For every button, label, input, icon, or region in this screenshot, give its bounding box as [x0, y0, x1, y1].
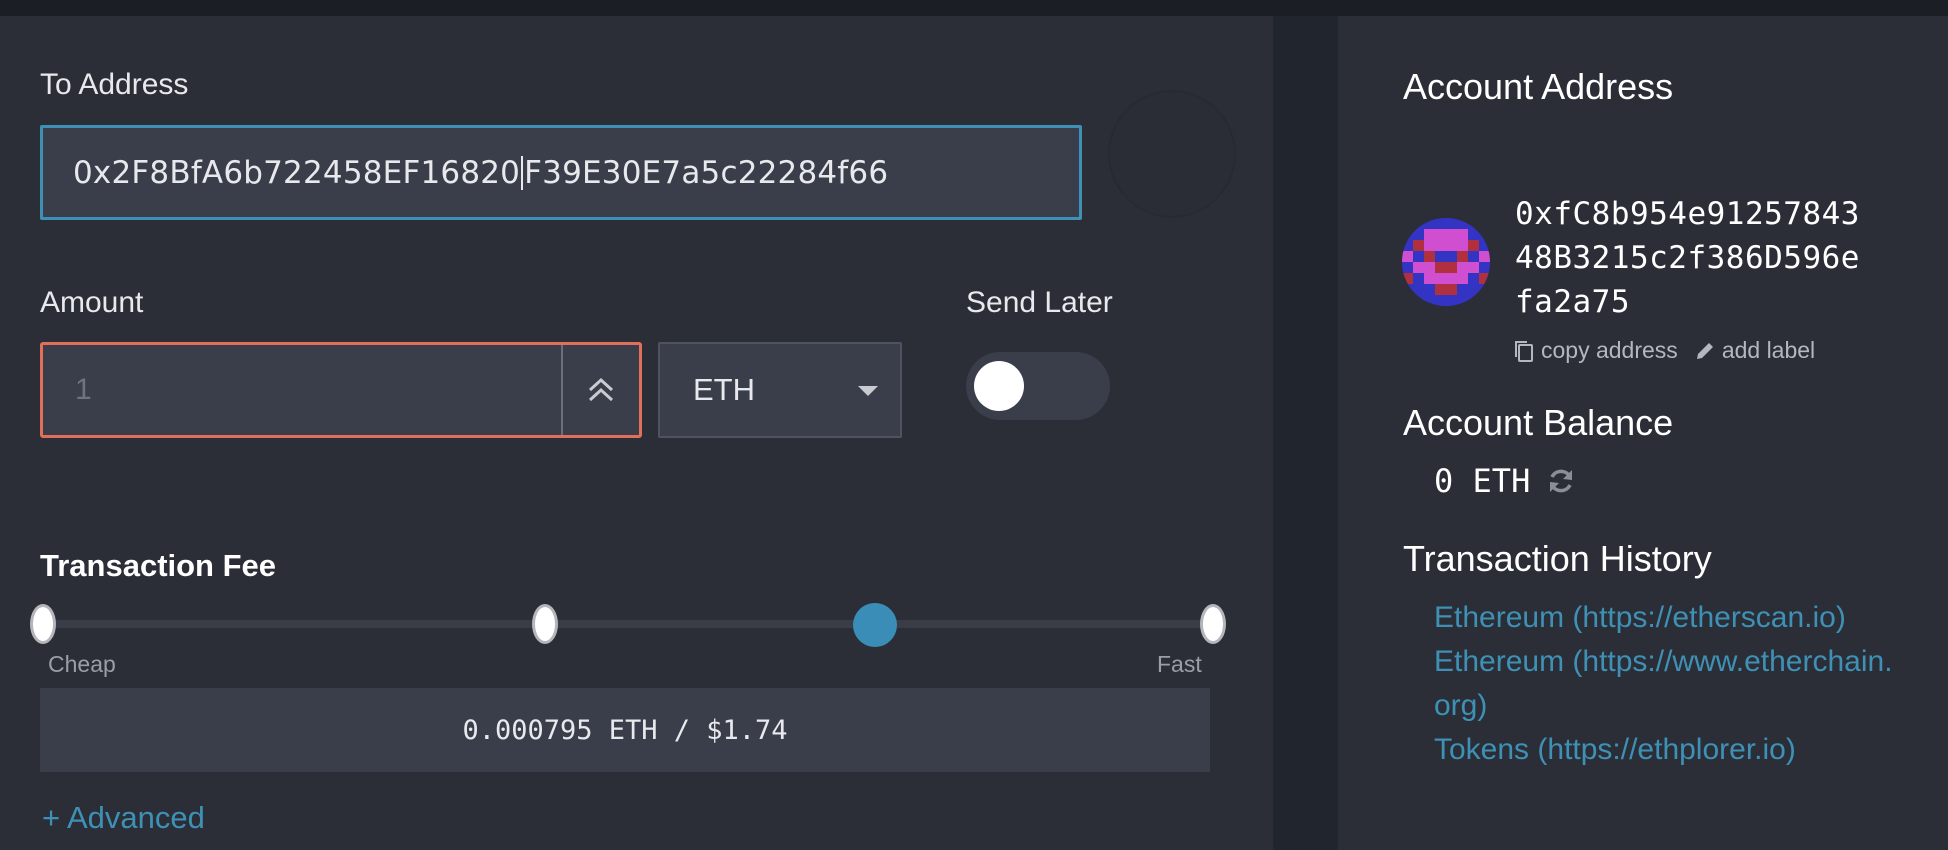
text-cursor [521, 155, 524, 190]
send-everything-button[interactable] [561, 345, 639, 435]
amount-input[interactable]: 1 [40, 342, 642, 438]
transaction-fee-title: Transaction Fee [40, 548, 277, 583]
to-address-value-end: F39E30E7a5c22284f66 [524, 154, 889, 191]
send-later-toggle[interactable] [966, 352, 1110, 420]
fee-slider-tick[interactable] [532, 604, 558, 644]
pencil-icon [1696, 342, 1713, 359]
advanced-toggle-link[interactable]: + Advanced [42, 800, 205, 836]
transaction-history-title: Transaction History [1403, 538, 1712, 579]
etherscan-link[interactable]: Ethereum (https://etherscan.io) [1434, 596, 1904, 640]
to-address-value-start: 0x2F8BfA6b722458EF16820 [73, 154, 521, 191]
fee-slider-handle[interactable] [853, 603, 897, 647]
chevron-double-up-icon [588, 377, 614, 402]
amount-label: Amount [40, 286, 144, 319]
currency-select[interactable]: ETH [658, 342, 902, 438]
ethplorer-link[interactable]: Tokens (https://ethplorer.io) [1434, 728, 1904, 772]
amount-placeholder: 1 [75, 373, 92, 406]
account-identicon [1402, 218, 1490, 306]
fee-fast-label: Fast [1157, 651, 1202, 677]
copy-icon [1515, 340, 1533, 362]
top-bar [0, 0, 1948, 16]
account-balance: 0 ETH [1434, 462, 1576, 500]
transaction-history-links: Ethereum (https://etherscan.io) Ethereum… [1434, 596, 1904, 772]
account-balance-title: Account Balance [1403, 402, 1674, 443]
account-address-title: Account Address [1403, 66, 1674, 107]
fee-summary: 0.000795 ETH / $1.74 [40, 688, 1210, 772]
chevron-down-icon [858, 386, 878, 396]
fee-slider-tick[interactable] [30, 604, 56, 644]
copy-address-button[interactable]: copy address [1513, 337, 1678, 364]
refresh-icon[interactable] [1546, 466, 1576, 496]
etherchain-link[interactable]: Ethereum (https://www.etherchain.org) [1434, 640, 1904, 728]
currency-value: ETH [693, 372, 755, 407]
fee-slider-tick[interactable] [1200, 604, 1226, 644]
balance-value: 0 ETH [1434, 462, 1531, 500]
address-actions: copy address add label [1513, 337, 1815, 364]
recipient-identicon-placeholder [1108, 90, 1236, 218]
copy-address-label: copy address [1541, 337, 1678, 363]
add-label-label: add label [1721, 337, 1816, 363]
add-label-button[interactable]: add label [1694, 337, 1815, 364]
account-address-value: 0xfC8b954e9125784348B3215c2f386D596efa2a… [1515, 196, 1860, 320]
send-later-label: Send Later [966, 286, 1113, 319]
fee-cheap-label: Cheap [48, 651, 116, 677]
to-address-label: To Address [40, 68, 189, 101]
to-address-input[interactable]: 0x2F8BfA6b722458EF16820 F39E30E7a5c22284f… [40, 125, 1082, 220]
toggle-knob [974, 361, 1024, 411]
fee-slider-track[interactable] [42, 620, 1214, 628]
